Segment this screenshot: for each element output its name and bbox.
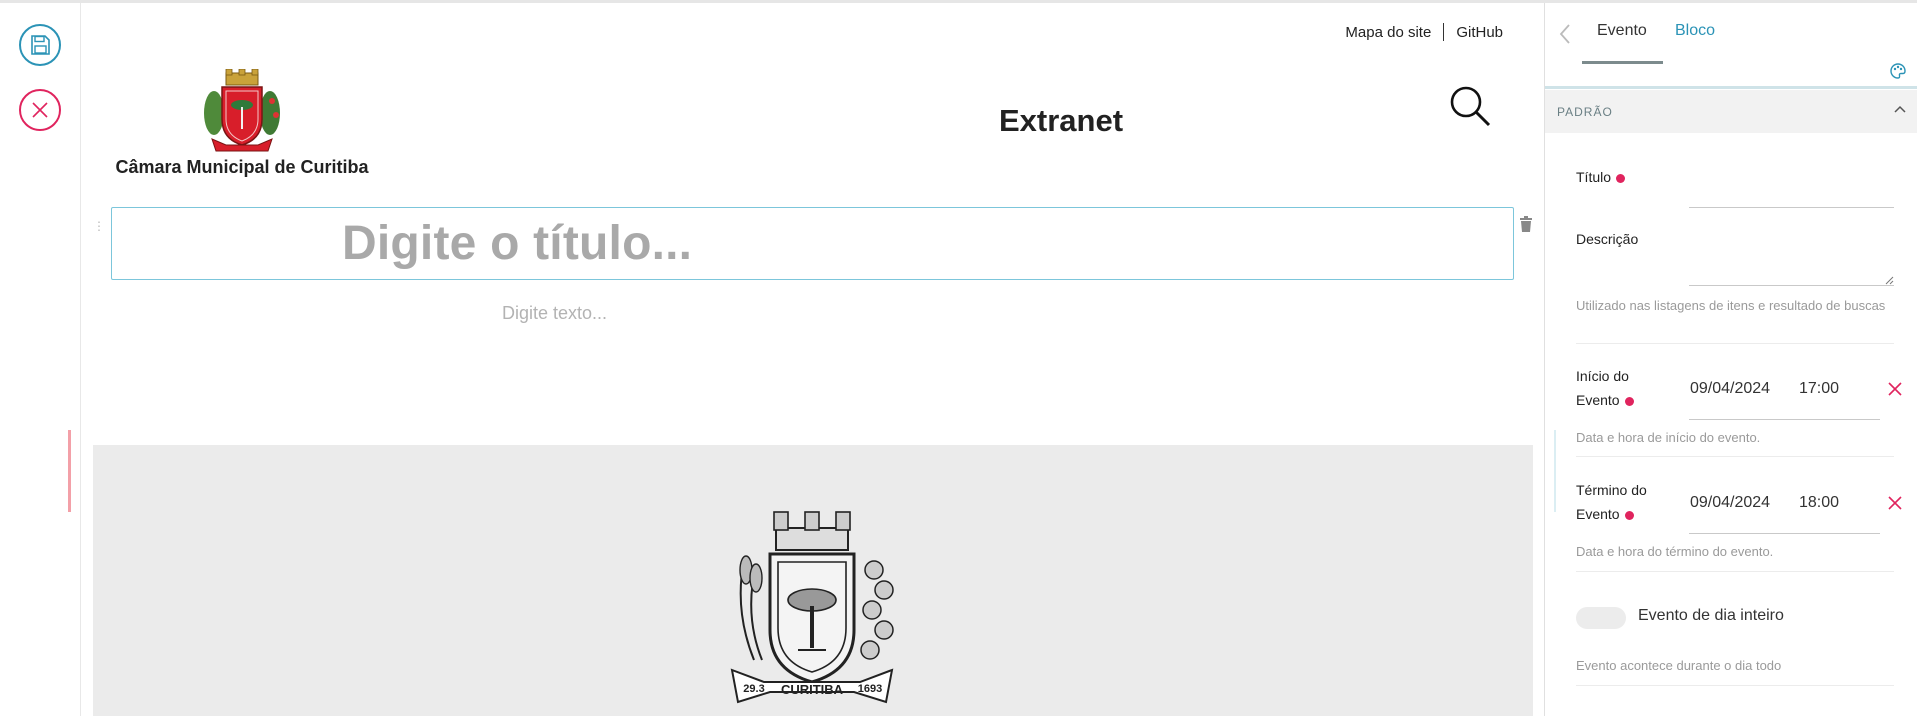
inicio-label: Início do Evento: [1576, 364, 1634, 412]
text-placeholder[interactable]: Digite texto...: [502, 303, 607, 324]
required-dot: [1624, 396, 1634, 406]
tab-bloco[interactable]: Bloco: [1675, 22, 1715, 40]
coat-of-arms-image: CURITIBA 29.3 1693: [730, 511, 894, 704]
titulo-input[interactable]: [1689, 207, 1894, 208]
palette-icon[interactable]: [1890, 63, 1906, 79]
inicio-underline: [1689, 419, 1880, 420]
site-name: Câmara Municipal de Curitiba: [115, 157, 369, 177]
resize-grip-icon[interactable]: [1884, 275, 1894, 285]
whole-day-toggle[interactable]: [1576, 607, 1626, 629]
floppy-disk-icon: [31, 35, 50, 55]
editor-canvas: Mapa do site GitHub Câmara Municipal de …: [81, 3, 1544, 716]
svg-text:CURITIBA: CURITIBA: [781, 682, 844, 697]
inicio-label-line2: Evento: [1576, 392, 1620, 408]
title-block[interactable]: Digite o título...: [111, 207, 1514, 280]
chevron-left-icon[interactable]: [1559, 23, 1571, 45]
termino-help: Data e hora do término do evento.: [1576, 544, 1774, 559]
chevron-up-icon[interactable]: [1894, 104, 1906, 114]
descricao-label: Descrição: [1576, 231, 1639, 247]
clear-inicio-icon[interactable]: [1887, 381, 1903, 397]
search-icon[interactable]: [1449, 85, 1491, 127]
descricao-textarea[interactable]: [1689, 285, 1894, 286]
editor-toolbar: [0, 3, 81, 716]
inicio-date-input[interactable]: 09/04/2024: [1690, 380, 1770, 398]
descricao-help: Utilizado nas listagens de itens e resul…: [1576, 298, 1886, 313]
termino-label-line2: Evento: [1576, 506, 1620, 522]
block-indicator: [68, 430, 71, 512]
section-title: PADRÃO: [1557, 105, 1613, 119]
termino-time-input[interactable]: 18:00: [1799, 494, 1839, 512]
clear-termino-icon[interactable]: [1887, 495, 1903, 511]
section-title: Extranet: [999, 103, 1124, 138]
termino-underline: [1689, 533, 1880, 534]
whole-day-label: Evento de dia inteiro: [1638, 607, 1784, 624]
tab-evento[interactable]: Evento: [1597, 22, 1647, 40]
close-x-icon: [32, 102, 48, 118]
title-placeholder[interactable]: Digite o título...: [342, 216, 692, 271]
cancel-button[interactable]: [19, 89, 61, 131]
whole-day-help: Evento acontece durante o dia todo: [1576, 658, 1782, 673]
nav-divider: [1443, 23, 1445, 41]
divider: [1576, 456, 1894, 457]
required-dot: [1624, 510, 1634, 520]
required-dot: [1616, 173, 1626, 183]
termino-date-input[interactable]: 09/04/2024: [1690, 494, 1770, 512]
github-link[interactable]: GitHub: [1456, 24, 1503, 41]
sidebar: Evento Bloco PADRÃO Título Descrição Uti…: [1544, 3, 1917, 716]
coat-of-arms-icon: [204, 69, 280, 152]
save-button[interactable]: [19, 24, 61, 66]
svg-text:1693: 1693: [858, 683, 882, 695]
trash-icon[interactable]: [1519, 216, 1533, 232]
inicio-label-line1: Início do: [1576, 368, 1629, 384]
titulo-label: Título: [1576, 165, 1626, 189]
termino-label-line1: Término do: [1576, 482, 1647, 498]
sidebar-tabs: Evento Bloco: [1545, 3, 1917, 86]
tabs-border: [1545, 86, 1917, 89]
site-logo[interactable]: Câmara Municipal de Curitiba: [112, 69, 372, 178]
inicio-help: Data e hora de início do evento.: [1576, 430, 1761, 445]
inicio-time-input[interactable]: 17:00: [1799, 380, 1839, 398]
divider: [1576, 571, 1894, 572]
divider: [1576, 685, 1894, 686]
termino-label: Término do Evento: [1576, 478, 1647, 526]
titulo-label-text: Título: [1576, 169, 1612, 185]
svg-text:29.3: 29.3: [743, 683, 764, 695]
divider: [1576, 343, 1894, 344]
section-padrao[interactable]: PADRÃO: [1545, 90, 1917, 133]
top-nav: Mapa do site GitHub: [1345, 23, 1503, 41]
image-block[interactable]: CURITIBA 29.3 1693: [93, 445, 1533, 716]
sidebar-scroll-indicator: [1554, 430, 1556, 512]
active-tab-underline: [1582, 61, 1663, 64]
sitemap-link[interactable]: Mapa do site: [1345, 24, 1431, 41]
